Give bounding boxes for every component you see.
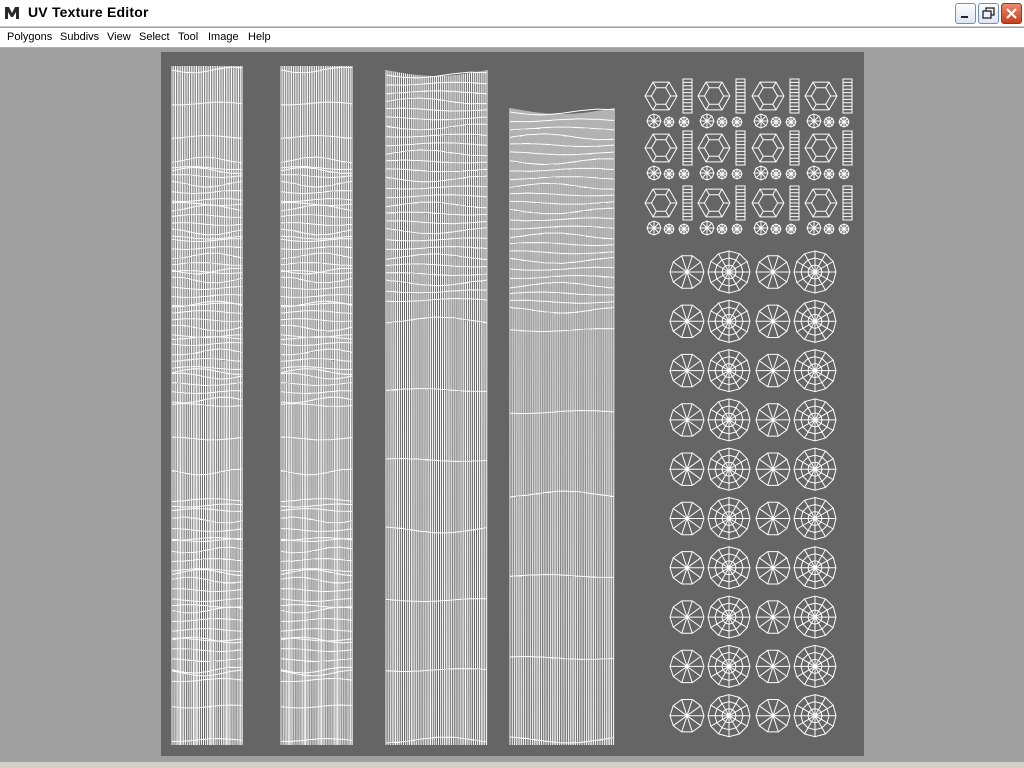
uv-shell-wheel-5-1[interactable] bbox=[707, 496, 751, 541]
menu-bar: Polygons Subdivs View Select Tool Image … bbox=[0, 28, 1024, 48]
uv-shell-wheel-9-3[interactable] bbox=[793, 694, 837, 738]
menu-view[interactable]: View bbox=[107, 31, 131, 43]
uv-shell-small-disc-c-2-3[interactable] bbox=[838, 223, 850, 235]
uv-shell-strip-1[interactable] bbox=[171, 65, 243, 746]
uv-shell-wheel-1-1[interactable] bbox=[707, 299, 751, 343]
uv-shell-small-disc-a-2-2[interactable] bbox=[753, 220, 769, 236]
uv-shell-small-disc-c-2-2[interactable] bbox=[785, 223, 797, 235]
menu-tool[interactable]: Tool bbox=[178, 31, 198, 43]
maximize-button[interactable] bbox=[978, 3, 999, 24]
uv-shell-small-disc-b-0-2[interactable] bbox=[770, 116, 782, 128]
uv-shell-small-disc-c-0-0[interactable] bbox=[678, 116, 690, 128]
uv-shell-small-disc-b-0-0[interactable] bbox=[663, 116, 675, 128]
uv-shell-small-disc-c-1-3[interactable] bbox=[838, 168, 850, 180]
uv-shell-wheel-3-1[interactable] bbox=[707, 398, 751, 442]
uv-shell-wheel-4-1[interactable] bbox=[707, 447, 751, 491]
uv-shell-small-disc-a-1-2[interactable] bbox=[753, 165, 769, 181]
uv-shell-wheel-7-1[interactable] bbox=[707, 595, 751, 639]
uv-shell-small-disc-a-1-1[interactable] bbox=[699, 165, 715, 181]
uv-shell-wheel-7-3[interactable] bbox=[793, 595, 837, 639]
uv-layout[interactable] bbox=[4, 48, 1020, 762]
uv-shell-small-disc-a-0-2[interactable] bbox=[753, 113, 769, 129]
uv-shell-small-disc-c-1-0[interactable] bbox=[678, 168, 690, 180]
uv-shell-small-disc-a-0-3[interactable] bbox=[806, 113, 822, 129]
uv-shell-small-disc-a-1-0[interactable] bbox=[646, 165, 662, 181]
uv-shell-small-disc-c-1-1[interactable] bbox=[731, 168, 743, 180]
uv-shell-small-disc-b-2-2[interactable] bbox=[770, 223, 782, 235]
maya-app-icon bbox=[4, 5, 20, 21]
menu-subdivs[interactable]: Subdivs bbox=[60, 31, 99, 43]
uv-shell-small-disc-b-2-0[interactable] bbox=[663, 223, 675, 235]
close-icon bbox=[1006, 8, 1017, 19]
minimize-button[interactable] bbox=[955, 3, 976, 24]
uv-shell-wheel-9-1[interactable] bbox=[707, 694, 751, 738]
uv-shell-small-disc-c-2-1[interactable] bbox=[731, 223, 743, 235]
uv-shell-wheel-4-3[interactable] bbox=[793, 447, 837, 491]
uv-shell-small-disc-b-1-2[interactable] bbox=[770, 168, 782, 180]
title-bar: UV Texture Editor bbox=[0, 0, 1024, 27]
uv-shell-small-disc-c-1-2[interactable] bbox=[785, 168, 797, 180]
uv-shell-small-disc-a-2-3[interactable] bbox=[806, 220, 822, 236]
status-bar bbox=[0, 762, 1024, 768]
uv-shell-wheel-8-1[interactable] bbox=[707, 644, 751, 688]
uv-shell-small-disc-b-0-1[interactable] bbox=[716, 116, 728, 128]
uv-shell-small-disc-c-0-1[interactable] bbox=[731, 116, 743, 128]
uv-shell-wheel-2-1[interactable] bbox=[707, 349, 751, 393]
uv-shell-small-disc-a-2-1[interactable] bbox=[699, 220, 715, 236]
uv-shell-small-disc-c-2-0[interactable] bbox=[678, 223, 690, 235]
maximize-icon bbox=[982, 7, 995, 19]
window-title: UV Texture Editor bbox=[28, 4, 149, 20]
menu-select[interactable]: Select bbox=[139, 31, 170, 43]
uv-shell-wheel-0-1[interactable] bbox=[707, 250, 751, 294]
uv-shell-small-disc-b-0-3[interactable] bbox=[823, 116, 835, 128]
uv-shell-small-disc-a-0-0[interactable] bbox=[646, 113, 662, 129]
uv-shell-small-disc-b-1-1[interactable] bbox=[716, 168, 728, 180]
uv-shell-small-disc-b-2-1[interactable] bbox=[716, 223, 728, 235]
uv-shell-wheel-2-3[interactable] bbox=[793, 349, 837, 393]
menu-image[interactable]: Image bbox=[208, 31, 239, 43]
minimize-icon bbox=[961, 16, 968, 18]
menu-help[interactable]: Help bbox=[248, 31, 271, 43]
uv-shell-small-disc-c-0-2[interactable] bbox=[785, 116, 797, 128]
uv-shell-small-disc-b-1-0[interactable] bbox=[663, 168, 675, 180]
uv-shell-wheel-0-3[interactable] bbox=[793, 250, 837, 294]
uv-shell-small-disc-c-0-3[interactable] bbox=[838, 116, 850, 128]
uv-shell-small-disc-b-2-3[interactable] bbox=[823, 223, 835, 235]
uv-shell-small-disc-a-1-3[interactable] bbox=[806, 165, 822, 181]
uv-shell-small-disc-a-2-0[interactable] bbox=[646, 220, 662, 236]
uv-shell-wheel-5-3[interactable] bbox=[793, 496, 837, 541]
uv-shell-wheel-6-3[interactable] bbox=[793, 546, 837, 590]
uv-shell-wheel-6-1[interactable] bbox=[707, 546, 751, 590]
uv-editor-viewport[interactable] bbox=[4, 48, 1020, 762]
close-button[interactable] bbox=[1001, 3, 1022, 24]
uv-shell-wheel-1-3[interactable] bbox=[793, 299, 837, 343]
uv-shell-wheel-8-3[interactable] bbox=[793, 644, 837, 688]
uv-shell-small-disc-a-0-1[interactable] bbox=[699, 113, 715, 129]
menu-polygons[interactable]: Polygons bbox=[7, 31, 52, 43]
uv-shell-wheel-3-3[interactable] bbox=[793, 398, 837, 442]
uv-shell-small-disc-b-1-3[interactable] bbox=[823, 168, 835, 180]
